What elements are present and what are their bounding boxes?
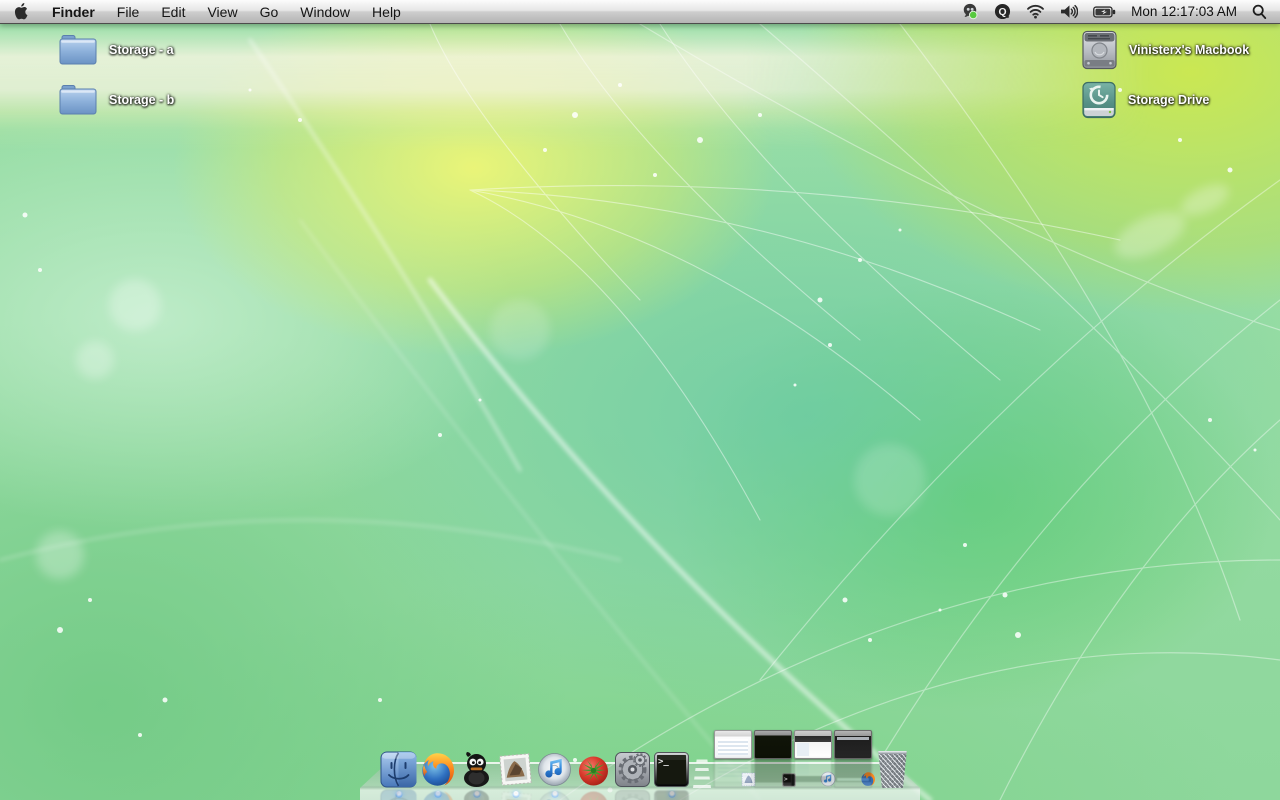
terminal-badge-prompt: > (784, 777, 788, 783)
dock-itunes-icon[interactable] (536, 751, 573, 788)
minimized-firefox-window-thumbnail (834, 730, 872, 759)
desktop-screen: Finder File Edit View Go Window Help Q (0, 0, 1280, 800)
svg-text:Q: Q (999, 7, 1007, 18)
blue-folder-icon (58, 33, 98, 66)
dock-tomato-torrent-icon[interactable] (575, 751, 612, 788)
internal-hard-drive-icon (1081, 30, 1118, 70)
time-machine-drive-icon (1081, 81, 1117, 119)
running-indicator (473, 791, 480, 798)
spotlight-menu-icon[interactable] (1252, 0, 1267, 23)
battery-menu-icon[interactable] (1093, 0, 1116, 23)
dock-minimized-mail-window[interactable] (714, 730, 752, 788)
wallpaper-sparkles (23, 83, 1257, 793)
desktop-icon-label: Storage - a (109, 43, 174, 57)
dock-terminal-icon[interactable]: >_ (653, 751, 690, 788)
menu-bar: Finder File Edit View Go Window Help Q (0, 0, 1280, 24)
desktop-icon-storage-a[interactable]: Storage - a (58, 33, 174, 66)
dock-trash-icon[interactable] (877, 751, 908, 788)
firefox-icon (419, 751, 456, 788)
running-indicator (551, 791, 558, 798)
apple-menu[interactable] (0, 0, 41, 23)
volume-menu-icon[interactable] (1060, 0, 1078, 23)
desktop-icon-storage-drive[interactable]: Storage Drive (1081, 81, 1209, 119)
running-indicator (512, 791, 519, 798)
desktop-icon-storage-b[interactable]: Storage - b (58, 83, 174, 116)
menu-bar-status-area: Q (961, 0, 1280, 23)
dock-system-preferences-icon[interactable] (614, 751, 651, 788)
tomato-torrent-icon (575, 751, 612, 788)
wallpaper-line-art (0, 0, 1280, 800)
running-indicator (668, 791, 675, 798)
dock-finder-icon[interactable] (380, 751, 417, 788)
wifi-menu-icon[interactable] (1026, 0, 1045, 23)
firefox-badge-icon (860, 771, 876, 792)
dock: >_ > (360, 736, 920, 800)
dock-mail-icon[interactable] (497, 751, 534, 788)
menu-bar-clock[interactable]: Mon 12:17:03 AM (1131, 4, 1237, 19)
app-menu-finder[interactable]: Finder (41, 0, 106, 23)
desktop-icon-label: Vinisterx's Macbook (1129, 43, 1249, 57)
menu-help[interactable]: Help (361, 0, 412, 23)
black-duck-icon (458, 751, 495, 788)
dock-minimized-firefox-window[interactable] (834, 730, 872, 788)
menu-bar-left: Finder File Edit View Go Window Help (0, 0, 412, 23)
itunes-icon (536, 751, 573, 788)
dock-minimized-itunes-window[interactable] (794, 730, 832, 788)
menu-window[interactable]: Window (289, 0, 361, 23)
dock-firefox-icon[interactable] (419, 751, 456, 788)
menu-view[interactable]: View (196, 0, 248, 23)
system-preferences-icon (614, 751, 651, 788)
mail-icon (497, 751, 534, 788)
terminal-prompt-glyph: >_ (658, 758, 669, 767)
blue-folder-icon (58, 83, 98, 116)
desktop-icon-label: Storage - b (109, 93, 174, 107)
desktop-icon-label: Storage Drive (1128, 93, 1209, 107)
menu-go[interactable]: Go (249, 0, 290, 23)
running-indicator (395, 791, 402, 798)
menu-edit[interactable]: Edit (150, 0, 196, 23)
apple-icon (14, 3, 29, 20)
desktop-icon-vinisterx-macbook[interactable]: Vinisterx's Macbook (1081, 30, 1249, 70)
minimized-itunes-window-thumbnail (794, 730, 832, 759)
running-indicator (434, 791, 441, 798)
minimized-mail-window-thumbnail (714, 730, 752, 759)
quicksilver-menu-icon[interactable]: Q (994, 0, 1011, 23)
dock-black-duck-app-icon[interactable] (458, 751, 495, 788)
dock-items-row: >_ > (379, 730, 909, 788)
dock-minimized-terminal-window[interactable]: > (754, 730, 792, 788)
menu-file[interactable]: File (106, 0, 151, 23)
chat-status-menu-icon[interactable] (961, 0, 979, 23)
finder-icon (380, 751, 417, 788)
minimized-terminal-window-thumbnail (754, 730, 792, 759)
dock-separator (693, 754, 711, 788)
